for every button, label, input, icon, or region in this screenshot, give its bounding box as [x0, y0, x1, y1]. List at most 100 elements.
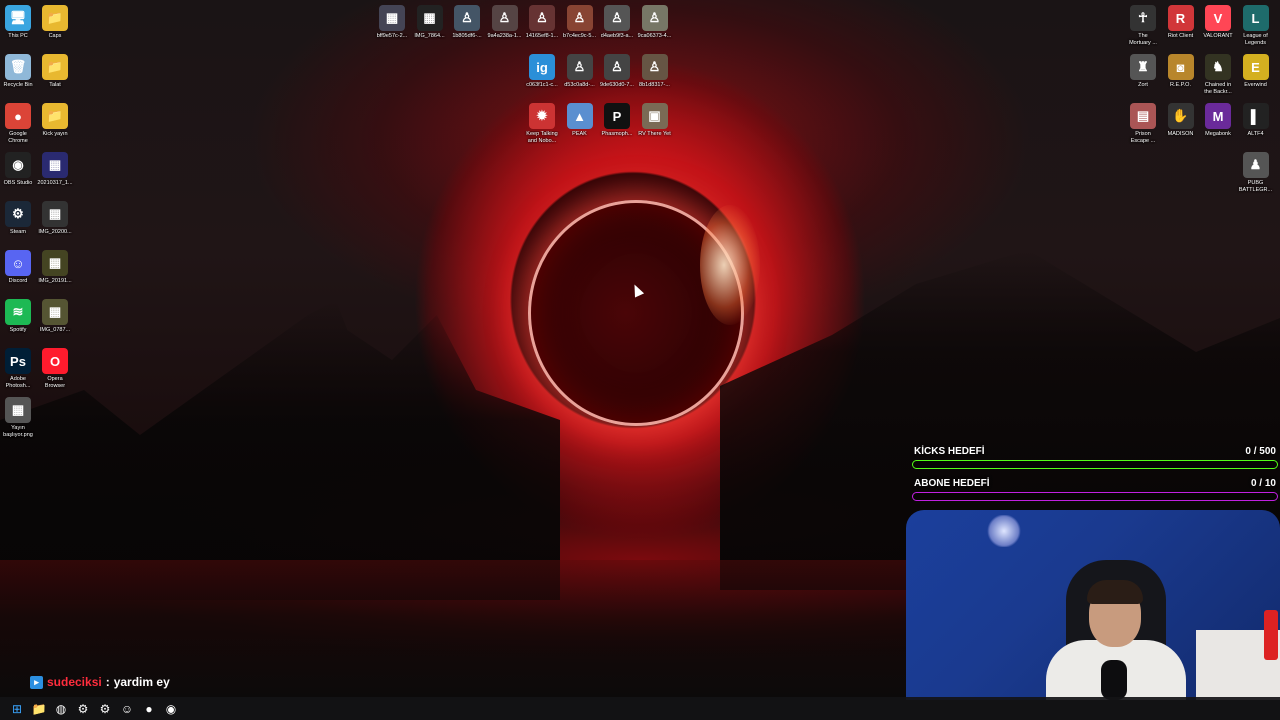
- desktop-shortcut[interactable]: ▦ IMG_7864...: [409, 2, 451, 40]
- image-file-icon: ♙: [566, 5, 593, 31]
- desktop-shortcut[interactable]: ♙ 9ca06373-4...: [634, 2, 676, 40]
- desktop-shortcut[interactable]: ♙ 8b1d8317-...: [634, 51, 676, 89]
- image-file-icon: ▦: [416, 5, 443, 31]
- chat-separator: :: [105, 675, 110, 689]
- desktop-shortcut[interactable]: ☥ The Mortuary ...: [1122, 2, 1164, 47]
- desktop-shortcut[interactable]: 📁 Caps: [34, 2, 76, 40]
- desktop-shortcut[interactable]: P Phasmoph...: [596, 100, 638, 138]
- desktop-shortcut-label: R.E.P.O.: [1170, 82, 1191, 88]
- desktop-shortcut-label: d53c0a8d-...: [564, 82, 595, 88]
- pubg-icon: ♟: [1242, 152, 1269, 178]
- desktop-shortcut-label: VALORANT: [1203, 33, 1233, 39]
- image-file-icon: ♙: [491, 5, 518, 31]
- desktop-shortcut[interactable]: L League of Legends: [1235, 2, 1277, 47]
- image-file-icon: ▦: [42, 201, 68, 227]
- abone-goal-value: 0 / 10: [1250, 478, 1276, 489]
- image-file-icon: ♙: [604, 5, 630, 31]
- desktop-shortcut-label: Prison Escape ...: [1130, 131, 1156, 144]
- settings-icon[interactable]: ⚙: [72, 698, 94, 720]
- game-icon: ✋: [1167, 103, 1194, 129]
- desktop-shortcut-label: Chained in the Backr...: [1204, 82, 1232, 95]
- obs-icon: ◉: [5, 152, 31, 178]
- desktop-shortcut-label: Riot Client: [1167, 33, 1194, 39]
- desktop-shortcut[interactable]: ▌ ALTF4: [1235, 100, 1277, 138]
- desktop-shortcut-label: Everwind: [1244, 82, 1267, 88]
- desktop-shortcut[interactable]: ♞ Chained in the Backr...: [1197, 51, 1239, 96]
- desktop-shortcut[interactable]: ig c063f1c1-c...: [521, 51, 563, 89]
- abone-goal-progress-bar: [912, 492, 1278, 501]
- desktop-shortcut[interactable]: ♙ d53c0a8d-...: [559, 51, 601, 89]
- file-explorer-icon[interactable]: 📁: [28, 698, 50, 720]
- desktop-shortcut[interactable]: ▣ RV There Yet: [634, 100, 676, 138]
- game-icon: ♜: [1130, 54, 1156, 80]
- desktop-shortcut[interactable]: V VALORANT: [1197, 2, 1239, 40]
- desktop-shortcut[interactable]: ▤ Prison Escape ...: [1122, 100, 1164, 145]
- desktop-shortcut[interactable]: 📁 Kick yayın: [34, 100, 76, 138]
- league-icon: L: [1242, 5, 1269, 31]
- desktop-shortcut[interactable]: ♙ d4aeb9f3-a...: [596, 2, 638, 40]
- chat-message: ▸ sudeciksi : yardim ey: [30, 673, 170, 691]
- desktop-shortcut-label: Talat: [49, 82, 61, 88]
- image-file-icon: ♙: [604, 54, 630, 80]
- desktop-shortcut-label: Zort: [1138, 82, 1148, 88]
- desktop-shortcut-label: IMG_20200...: [38, 229, 72, 235]
- desktop-shortcut[interactable]: M Megabonk: [1197, 100, 1239, 138]
- desktop-shortcut[interactable]: E Everwind: [1235, 51, 1277, 89]
- folder-icon: 📁: [42, 54, 68, 80]
- desktop-shortcut[interactable]: ♙ 9de630d0-7...: [596, 51, 638, 89]
- discord-icon[interactable]: ☺: [116, 698, 138, 720]
- folder-icon: 📁: [42, 103, 68, 129]
- image-file-icon: ▦: [42, 299, 68, 325]
- desktop-shortcut-label: 20210317_1...: [37, 180, 73, 186]
- chat-username: sudeciksi: [47, 675, 102, 689]
- webcam-lamp: [986, 515, 1022, 547]
- game-icon: P: [604, 103, 630, 129]
- desktop-shortcut[interactable]: ✋ MADISON: [1160, 100, 1202, 138]
- desktop-shortcut[interactable]: ◙ R.E.P.O.: [1160, 51, 1202, 89]
- desktop-shortcut-label: 9de630d0-7...: [600, 82, 634, 88]
- desktop-shortcut[interactable]: ▦ 20210317_1...: [34, 149, 76, 187]
- folder-icon: 📁: [42, 5, 68, 31]
- desktop-shortcut[interactable]: O Opera Browser: [34, 345, 76, 390]
- webcam-can: [1264, 610, 1278, 660]
- taskbar: ⊞ 📁 ◍ ⚙ ⚙ ☺ ● ◉: [0, 697, 1280, 720]
- windows-start-icon[interactable]: ⊞: [6, 698, 28, 720]
- desktop-shortcut[interactable]: R Riot Client: [1160, 2, 1202, 40]
- game-icon: ▲: [566, 103, 593, 129]
- desktop-shortcut[interactable]: ✹ Keep Talking and Nobo...: [521, 100, 563, 145]
- discord-icon: ☺: [5, 250, 31, 276]
- desktop-shortcut[interactable]: ▦ IMG_0787...: [34, 296, 76, 334]
- desktop-shortcut-label: ALTF4: [1247, 131, 1264, 137]
- desktop-shortcut[interactable]: ♙ 14165ef8-1...: [521, 2, 563, 40]
- image-file-icon: ♙: [566, 54, 593, 80]
- image-file-icon: ▦: [42, 152, 68, 178]
- image-file-icon: ♙: [529, 5, 555, 31]
- steam-icon[interactable]: ⚙: [94, 698, 116, 720]
- spotify-icon: ≋: [5, 299, 31, 325]
- image-file-icon: ♙: [641, 5, 668, 31]
- desktop-shortcut[interactable]: ♙ b7c4ec9c-5...: [559, 2, 601, 40]
- desktop-shortcut-label: The Mortuary ...: [1129, 33, 1157, 46]
- game-icon: ▌: [1242, 103, 1269, 129]
- desktop-shortcut[interactable]: ▲ PEAK: [559, 100, 601, 138]
- image-file-icon: ▦: [42, 250, 68, 276]
- desktop-shortcut-label: Kick yayın: [42, 131, 68, 137]
- desktop-shortcut[interactable]: ♙ 9a4a238a-1...: [484, 2, 526, 40]
- spotify-icon[interactable]: ●: [138, 698, 160, 720]
- desktop-shortcut[interactable]: ▦ bff9e57c-2...: [371, 2, 413, 40]
- desktop-shortcut-label: 1b805df6-...: [452, 33, 482, 39]
- game-icon: ◙: [1167, 54, 1194, 80]
- firefox-icon[interactable]: ◍: [50, 698, 72, 720]
- chrome-icon[interactable]: ◉: [160, 698, 182, 720]
- desktop-shortcut-label: IMG_0787...: [39, 327, 71, 333]
- desktop-shortcut[interactable]: ▦ Yayın başlıyor.png: [0, 394, 39, 439]
- game-icon: ▤: [1130, 103, 1156, 129]
- desktop-shortcut[interactable]: ▦ IMG_20200...: [34, 198, 76, 236]
- desktop-shortcut[interactable]: ♜ Zort: [1122, 51, 1164, 89]
- desktop-shortcut[interactable]: ▦ IMG_20191...: [34, 247, 76, 285]
- image-file-icon: ▦: [379, 5, 405, 31]
- webcam-microphone: [1101, 660, 1127, 700]
- desktop-shortcut[interactable]: ♟ PUBG BATTLEGR...: [1235, 149, 1277, 194]
- desktop-shortcut[interactable]: ♙ 1b805df6-...: [446, 2, 488, 40]
- desktop-shortcut[interactable]: 📁 Talat: [34, 51, 76, 89]
